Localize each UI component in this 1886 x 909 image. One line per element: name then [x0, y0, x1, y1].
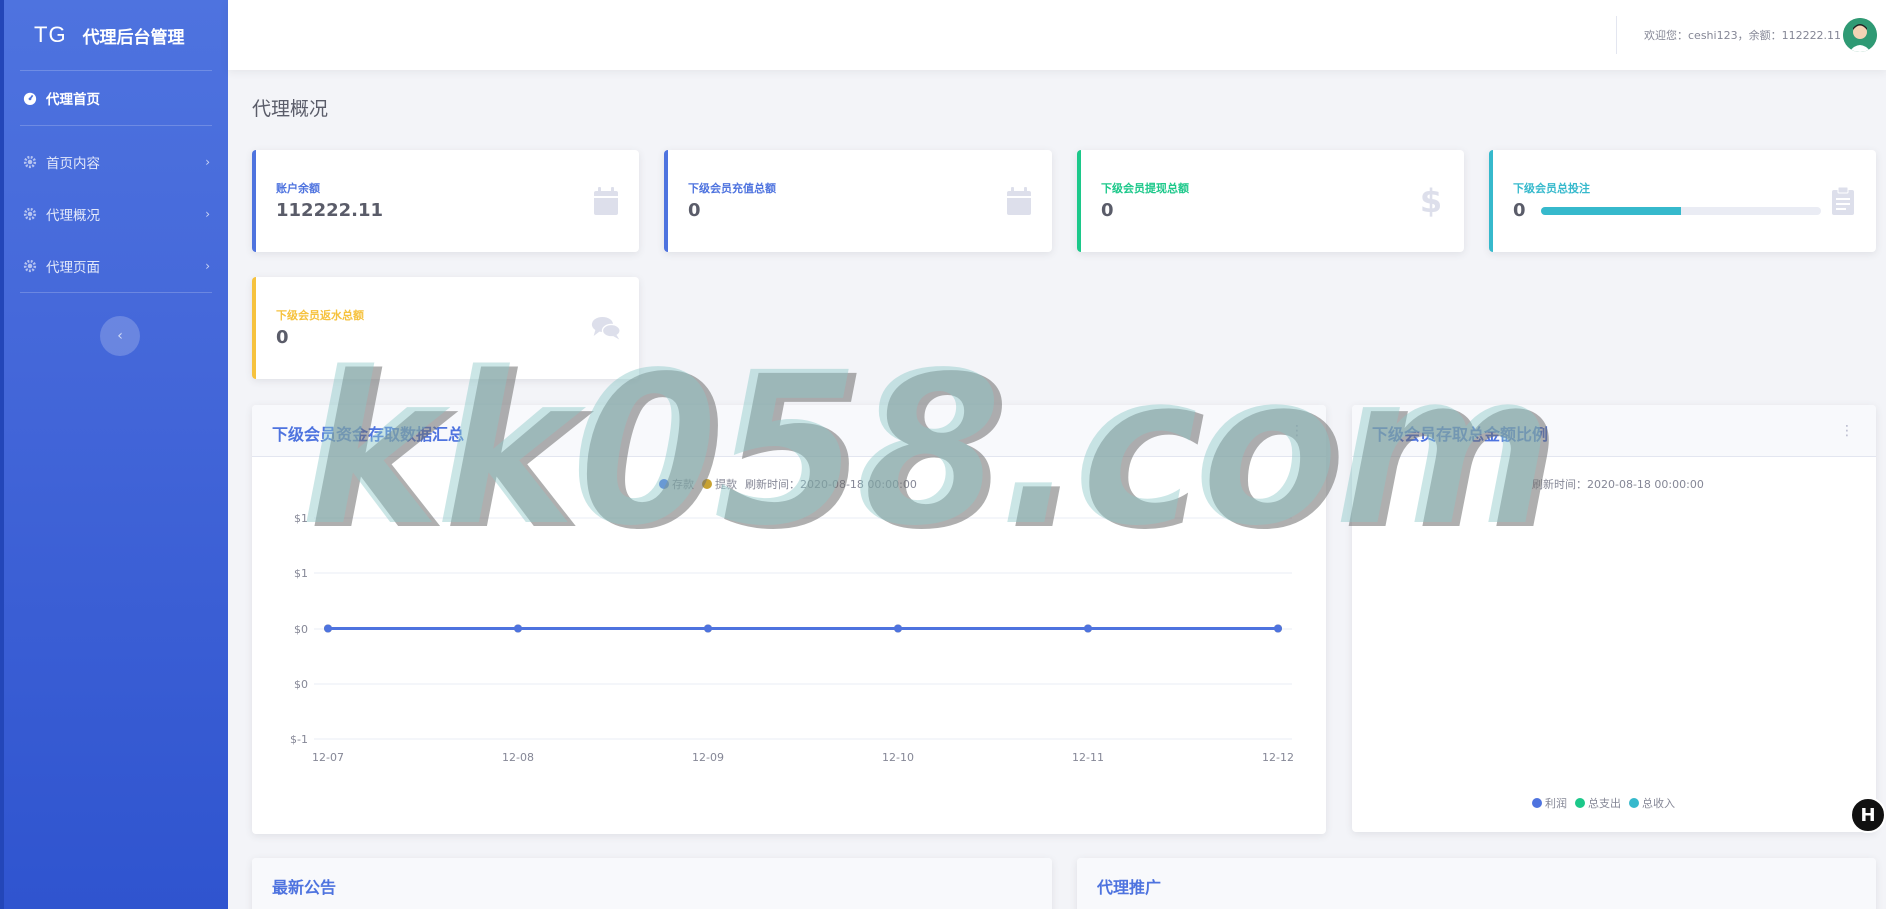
sidebar-item-agent-overview[interactable]: 代理概况 ›	[4, 188, 228, 240]
bet-progress-bar	[1541, 207, 1821, 215]
announcements-panel: 最新公告	[252, 858, 1052, 909]
legend-dot	[1532, 798, 1542, 808]
calendar-icon	[1004, 186, 1034, 216]
refresh-time: 刷新时间：2020-08-18 00:00:00	[1532, 478, 1704, 491]
stat-value: 0	[688, 200, 701, 221]
chevron-right-icon: ›	[205, 155, 210, 169]
sidebar-divider	[20, 292, 212, 293]
stat-card-balance: 账户余额 112222.11	[252, 150, 639, 252]
gear-icon	[22, 258, 38, 274]
y-tick-label: $0	[294, 623, 308, 636]
stat-label: 下级会员总投注	[1513, 182, 1590, 195]
stat-card-withdraw-total: 下级会员提现总额 0 $	[1077, 150, 1464, 252]
welcome-text: 欢迎您：ceshi123，余额：112222.11	[1644, 29, 1842, 42]
chevron-right-icon: ›	[205, 207, 210, 221]
sidebar: TG 代理后台管理 代理首页 首页内容 › 代理概况 › 代理页面 › ‹	[0, 0, 228, 909]
stat-card-rebate-total: 下级会员返水总额 0	[252, 277, 639, 379]
stat-label: 下级会员充值总额	[688, 182, 776, 195]
x-tick-label: 12-07	[312, 751, 344, 764]
stat-card-recharge-total: 下级会员充值总额 0	[664, 150, 1052, 252]
panel-header: 下级会员存取总金额比例 ⋮	[1352, 405, 1876, 457]
y-tick-label: $0	[294, 678, 308, 691]
legend-item-total-expense[interactable]: 总支出	[1575, 795, 1621, 811]
brand-logo: TG	[34, 22, 67, 47]
stat-value: 112222.11	[276, 200, 384, 221]
sidebar-item-agent-home[interactable]: 代理首页	[4, 71, 228, 125]
dollar-icon: $	[1419, 182, 1443, 220]
panel-header: 代理推广	[1077, 858, 1876, 909]
data-point[interactable]	[894, 624, 902, 633]
panel-title: 最新公告	[272, 878, 337, 897]
stat-value: 0	[276, 327, 289, 348]
legend-label: 利润	[1545, 797, 1567, 810]
data-point[interactable]	[1274, 624, 1282, 633]
sidebar-item-home-content[interactable]: 首页内容 ›	[4, 136, 228, 188]
chevron-right-icon: ›	[205, 259, 210, 273]
x-tick-label: 12-08	[502, 751, 534, 764]
avatar[interactable]	[1843, 18, 1877, 52]
stat-value: 0	[1513, 200, 1526, 221]
legend-label: 总支出	[1588, 797, 1621, 810]
brand[interactable]: TG 代理后台管理	[4, 0, 228, 70]
clipboard-icon	[1828, 186, 1858, 216]
panel-title: 代理推广	[1097, 878, 1162, 897]
legend-dot	[1629, 798, 1639, 808]
stat-card-bet-total: 下级会员总投注 0	[1489, 150, 1876, 252]
stat-value: 0	[1101, 200, 1114, 221]
stat-label: 下级会员提现总额	[1101, 182, 1189, 195]
legend-dot	[1575, 798, 1585, 808]
legend-item-profit[interactable]: 利润	[1532, 795, 1567, 811]
x-tick-label: 12-10	[882, 751, 914, 764]
x-tick-label: 12-09	[692, 751, 724, 764]
pie-legend: 利润 总支出 总收入	[1532, 795, 1683, 811]
sidebar-item-label: 代理概况	[46, 208, 100, 224]
legend-label: 总收入	[1642, 797, 1675, 810]
legend-item-total-income[interactable]: 总收入	[1629, 795, 1675, 811]
data-point[interactable]	[1084, 624, 1092, 633]
sidebar-item-label: 首页内容	[46, 156, 100, 172]
panel-title: 下级会员存取总金额比例	[1372, 425, 1549, 444]
y-tick-label: $1	[294, 567, 308, 580]
brand-title: 代理后台管理	[82, 27, 185, 48]
gear-icon	[22, 154, 38, 170]
data-point[interactable]	[514, 624, 522, 633]
topbar: 欢迎您：ceshi123，余额：112222.11	[228, 0, 1886, 70]
agent-promotion-panel: 代理推广	[1077, 858, 1876, 909]
y-tick-label: $-1	[290, 733, 308, 746]
panel-header: 最新公告	[252, 858, 1052, 909]
stat-label: 下级会员返水总额	[276, 309, 364, 322]
comments-icon	[591, 313, 621, 343]
deposit-withdraw-summary-panel: 下级会员资金存取数据汇总 ⋮ 存款 提款 刷新时间：2020-08-18 00:…	[252, 405, 1326, 834]
stat-label: 账户余额	[276, 182, 320, 195]
x-tick-label: 12-11	[1072, 751, 1104, 764]
data-point[interactable]	[324, 624, 332, 633]
user-avatar-icon	[1843, 18, 1877, 52]
topbar-divider	[1616, 16, 1617, 54]
deposit-withdraw-ratio-panel: 下级会员存取总金额比例 ⋮ 刷新时间：2020-08-18 00:00:00 利…	[1352, 405, 1876, 832]
line-chart: $1 $1 $0 $0 $-1 12-07 12-08 12-09 12-10 12-11 12-1…	[290, 512, 1294, 764]
page-title: 代理概况	[252, 98, 329, 120]
calendar-icon	[591, 186, 621, 216]
data-point[interactable]	[704, 624, 712, 633]
y-tick-label: $1	[294, 512, 308, 525]
dashboard-icon	[22, 90, 38, 106]
gear-icon	[22, 206, 38, 222]
chevron-left-icon: ‹	[117, 328, 123, 344]
floating-badge-button[interactable]: H	[1850, 797, 1886, 833]
badge-letter: H	[1860, 804, 1876, 826]
progress-fill	[1541, 207, 1681, 215]
more-vertical-icon[interactable]: ⋮	[1840, 423, 1854, 439]
sidebar-toggle-button[interactable]: ‹	[100, 316, 140, 356]
sidebar-item-label: 代理页面	[46, 260, 100, 276]
x-tick-label: 12-12	[1262, 751, 1294, 764]
sidebar-item-agent-pages[interactable]: 代理页面 ›	[4, 240, 228, 292]
sidebar-item-label: 代理首页	[46, 92, 100, 108]
